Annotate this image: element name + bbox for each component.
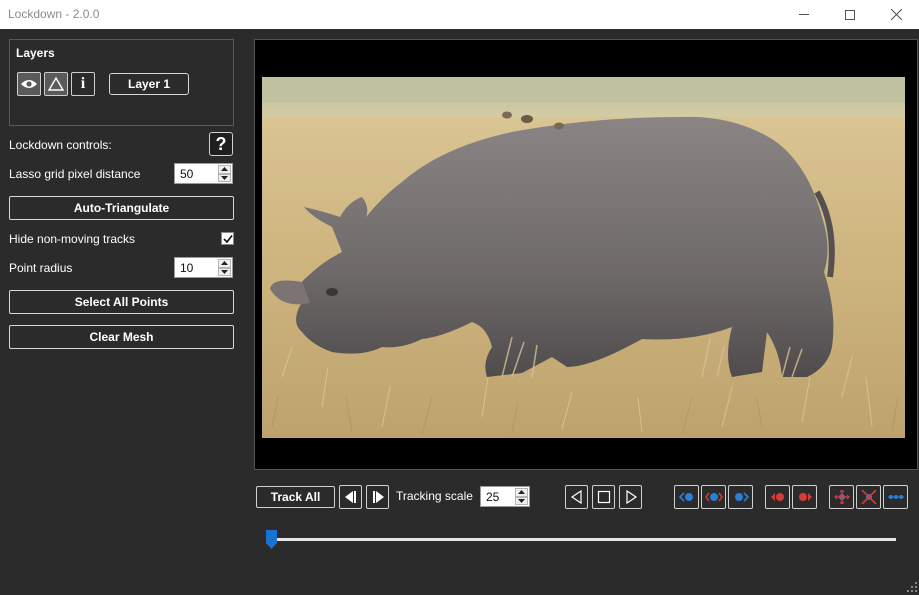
play-backward-button[interactable] [565,485,588,509]
track-step-forward-button[interactable] [366,485,389,509]
chevron-down-icon [221,175,228,180]
close-icon [890,9,902,20]
spin-down-button[interactable] [218,267,231,276]
delete-left-button[interactable] [765,485,790,509]
layers-heading: Layers [16,46,55,60]
tracking-scale-spinbox[interactable]: 25 [480,486,530,507]
layer-visibility-button[interactable] [17,72,41,96]
delete-right-button[interactable] [792,485,817,509]
minimize-button[interactable] [781,0,827,29]
help-icon: ? [215,133,227,154]
auto-triangulate-button[interactable]: Auto-Triangulate [9,196,234,220]
target-delete-icon [860,490,877,504]
delete-left-red-icon [770,493,784,501]
delete-right-red-icon [798,493,812,501]
title-bar: Lockdown - 2.0.0 [0,0,919,29]
maximize-button[interactable] [827,0,873,29]
stop-icon [597,490,610,504]
help-button[interactable]: ? [209,132,233,156]
point-radius-label: Point radius [9,261,73,275]
layer-info-button[interactable]: i [71,72,95,96]
target-delete-button[interactable] [856,485,881,509]
track-step-back-button[interactable] [339,485,362,509]
video-frame-image[interactable] [262,77,905,438]
keyframe-right-button[interactable] [728,485,753,509]
select-all-points-button[interactable]: Select All Points [9,290,234,314]
timeline-slider-track[interactable] [272,538,896,541]
layer-mesh-button[interactable] [44,72,68,96]
keyframe-left-blue-icon [678,492,693,502]
lasso-distance-value: 50 [180,167,194,181]
chevron-up-icon [221,167,228,172]
triangle-icon [48,77,64,91]
lasso-distance-label: Lasso grid pixel distance [9,167,141,181]
play-back-icon [570,490,582,504]
spin-down-button[interactable] [218,173,231,182]
keyframe-right-blue-icon [734,492,749,502]
hide-tracks-label: Hide non-moving tracks [9,232,136,246]
step-forward-icon [372,491,384,503]
chevron-down-icon [518,498,525,503]
target-slide-icon [887,495,904,499]
spin-down-button[interactable] [515,496,528,505]
keyframe-both-red-icon [704,492,723,502]
hide-tracks-checkbox[interactable] [221,232,234,245]
layer-1-button[interactable]: Layer 1 [109,73,189,95]
close-button[interactable] [873,0,919,29]
chevron-down-icon [221,269,228,274]
point-radius-value: 10 [180,261,194,275]
track-all-button[interactable]: Track All [256,486,335,508]
chevron-up-icon [518,490,525,495]
resize-grip-icon[interactable] [906,580,918,594]
maximize-icon [845,9,855,20]
tracking-scale-value: 25 [486,490,500,504]
target-move-button[interactable] [829,485,854,509]
spin-up-button[interactable] [515,488,528,497]
step-back-icon [344,491,356,503]
keyframe-both-button[interactable] [701,485,726,509]
minimize-icon [799,14,809,15]
layers-panel: Layers i Layer 1 [9,39,234,126]
spin-up-button[interactable] [218,259,231,268]
clear-mesh-button[interactable]: Clear Mesh [9,325,234,349]
play-forward-icon [625,490,637,504]
info-icon: i [80,75,86,92]
checkmark-icon [222,234,233,243]
target-slide-button[interactable] [883,485,908,509]
keyframe-left-button[interactable] [674,485,699,509]
window-title: Lockdown - 2.0.0 [8,7,100,21]
chevron-up-icon [221,261,228,266]
play-forward-button[interactable] [619,485,642,509]
point-radius-spinbox[interactable]: 10 [174,257,233,278]
eye-icon [21,80,37,88]
stop-button[interactable] [592,485,615,509]
target-move-icon [833,490,850,504]
spin-up-button[interactable] [218,165,231,174]
lasso-distance-spinbox[interactable]: 50 [174,163,233,184]
tracking-scale-label: Tracking scale [396,489,473,503]
timeline-slider-thumb[interactable] [266,530,277,549]
lockdown-controls-label: Lockdown controls: [9,138,112,152]
